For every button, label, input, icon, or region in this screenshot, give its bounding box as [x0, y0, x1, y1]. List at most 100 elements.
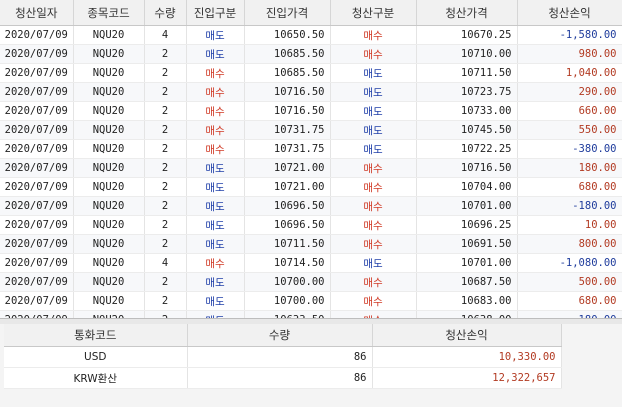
qty-cell: 2	[144, 291, 187, 311]
qty-cell: 2	[144, 272, 187, 292]
exit-side-cell: 매수	[330, 272, 417, 292]
trades-header-row: 청산일자 종목코드 수량 진입구분 진입가격 청산구분 청산가격 청산손익	[0, 0, 622, 26]
exit-price-cell: 10710.00	[416, 44, 518, 64]
qty-cell: 2	[144, 82, 187, 102]
pnl-cell: 980.00	[517, 44, 622, 64]
col-symbol[interactable]: 종목코드	[73, 0, 145, 26]
qty-cell: 2	[144, 101, 187, 121]
entry-price-cell: 10711.50	[244, 234, 331, 254]
symbol-cell: NQU20	[73, 253, 145, 273]
entry-price-cell: 10721.00	[244, 177, 331, 197]
table-row[interactable]: 2020/07/09 NQU20 2 매수 10716.50 매도 10723.75 290.…	[0, 82, 622, 102]
close-date-cell: 2020/07/09	[0, 215, 74, 235]
table-row[interactable]: 2020/07/09 NQU20 2 매도 10700.00 매수 10683.00 680.…	[0, 291, 622, 311]
pnl-cell: 550.00	[517, 120, 622, 140]
table-row[interactable]: 2020/07/09 NQU20 2 매도 10696.50 매수 10701.00 -180…	[0, 196, 622, 216]
summary-row-krw[interactable]: KRW환산 86 12,322,657	[4, 367, 562, 389]
col-exit-price[interactable]: 청산가격	[416, 0, 518, 26]
col-close-date[interactable]: 청산일자	[0, 0, 74, 26]
pnl-cell: 680.00	[517, 177, 622, 197]
symbol-cell: NQU20	[73, 291, 145, 311]
entry-side-cell: 매도	[186, 272, 245, 292]
table-row[interactable]: 2020/07/09NQU202매도10633.50매수10638.00-180…	[0, 310, 622, 318]
col-entry-price[interactable]: 진입가격	[244, 0, 331, 26]
pnl-cell: -1,580.00	[517, 25, 622, 45]
summary-currency: KRW환산	[4, 367, 188, 389]
summary-row-usd[interactable]: USD 86 10,330.00	[4, 346, 562, 368]
pnl-cell: 680.00	[517, 291, 622, 311]
entry-side-cell: 매수	[186, 63, 245, 83]
entry-side-cell: 매도	[186, 234, 245, 254]
table-row[interactable]: 2020/07/09 NQU20 2 매수 10685.50 매도 10711.50 1,04…	[0, 63, 622, 83]
summary-pnl: 10,330.00	[372, 346, 562, 368]
entry-price-cell: 10650.50	[244, 25, 331, 45]
col-pnl[interactable]: 청산손익	[517, 0, 622, 26]
exit-side-cell: 매수	[330, 291, 417, 311]
symbol-cell: NQU20	[73, 158, 145, 178]
entry-price-cell: 10716.50	[244, 101, 331, 121]
close-date-cell: 2020/07/09	[0, 82, 74, 102]
symbol-cell: NQU20	[73, 196, 145, 216]
exit-side-cell: 매수	[330, 196, 417, 216]
exit-price-cell: 10638.00	[416, 310, 518, 318]
summary-col-pnl[interactable]: 청산손익	[372, 324, 562, 347]
entry-price-cell: 10685.50	[244, 44, 331, 64]
trades-table: 청산일자 종목코드 수량 진입구분 진입가격 청산구분 청산가격 청산손익 2020/07/0…	[0, 0, 622, 318]
entry-side-cell: 매도	[186, 158, 245, 178]
entry-side-cell: 매도	[186, 215, 245, 235]
exit-price-cell: 10733.00	[416, 101, 518, 121]
qty-cell: 2	[144, 215, 187, 235]
close-date-cell: 2020/07/09	[0, 177, 74, 197]
qty-cell: 2	[144, 63, 187, 83]
pnl-cell: 1,040.00	[517, 63, 622, 83]
symbol-cell: NQU20	[73, 101, 145, 121]
table-row[interactable]: 2020/07/09 NQU20 2 매도 10721.00 매수 10704.00 680.…	[0, 177, 622, 197]
symbol-cell: NQU20	[73, 82, 145, 102]
entry-price-cell: 10633.50	[244, 310, 331, 318]
table-row[interactable]: 2020/07/09 NQU20 4 매도 10650.50 매수 10670.25 -1,5…	[0, 25, 622, 45]
pnl-cell: 10.00	[517, 215, 622, 235]
symbol-cell: NQU20	[73, 120, 145, 140]
exit-price-cell: 10670.25	[416, 25, 518, 45]
entry-side-cell: 매도	[186, 44, 245, 64]
summary-col-currency[interactable]: 통화코드	[4, 324, 188, 347]
table-row[interactable]: 2020/07/09 NQU20 2 매도 10685.50 매수 10710.00 980.…	[0, 44, 622, 64]
close-date-cell: 2020/07/09	[0, 253, 74, 273]
exit-side-cell: 매도	[330, 139, 417, 159]
table-row[interactable]: 2020/07/09 NQU20 2 매수 10731.75 매도 10722.25 -380…	[0, 139, 622, 159]
summary-pnl: 12,322,657	[372, 367, 562, 389]
summary-qty: 86	[187, 346, 373, 368]
exit-side-cell: 매수	[330, 158, 417, 178]
col-exit-side[interactable]: 청산구분	[330, 0, 417, 26]
exit-price-cell: 10704.00	[416, 177, 518, 197]
exit-price-cell: 10723.75	[416, 82, 518, 102]
table-row[interactable]: 2020/07/09 NQU20 2 매도 10696.50 매수 10696.25 10.0…	[0, 215, 622, 235]
col-qty[interactable]: 수량	[144, 0, 187, 26]
qty-cell: 2	[144, 44, 187, 64]
exit-side-cell: 매도	[330, 120, 417, 140]
table-row[interactable]: 2020/07/09 NQU20 2 매도 10700.00 매수 10687.50 500.…	[0, 272, 622, 292]
table-row[interactable]: 2020/07/09 NQU20 4 매수 10714.50 매도 10701.00 -1,0…	[0, 253, 622, 273]
entry-price-cell: 10696.50	[244, 215, 331, 235]
entry-price-cell: 10716.50	[244, 82, 331, 102]
qty-cell: 4	[144, 253, 187, 273]
exit-side-cell: 매도	[330, 253, 417, 273]
entry-side-cell: 매도	[186, 177, 245, 197]
qty-cell: 2	[144, 196, 187, 216]
exit-price-cell: 10691.50	[416, 234, 518, 254]
col-entry-side[interactable]: 진입구분	[186, 0, 245, 26]
close-date-cell: 2020/07/09	[0, 158, 74, 178]
close-date-cell: 2020/07/09	[0, 139, 74, 159]
table-row[interactable]: 2020/07/09 NQU20 2 매수 10731.75 매도 10745.50 550.…	[0, 120, 622, 140]
summary-col-qty[interactable]: 수량	[187, 324, 373, 347]
symbol-cell: NQU20	[73, 63, 145, 83]
entry-price-cell: 10731.75	[244, 120, 331, 140]
symbol-cell: NQU20	[73, 44, 145, 64]
pnl-cell: -1,080.00	[517, 253, 622, 273]
entry-price-cell: 10700.00	[244, 272, 331, 292]
exit-price-cell: 10701.00	[416, 253, 518, 273]
table-row[interactable]: 2020/07/09 NQU20 2 매수 10716.50 매도 10733.00 660.…	[0, 101, 622, 121]
table-row[interactable]: 2020/07/09 NQU20 2 매도 10721.00 매수 10716.50 180.…	[0, 158, 622, 178]
table-row[interactable]: 2020/07/09 NQU20 2 매도 10711.50 매수 10691.50 800.…	[0, 234, 622, 254]
entry-side-cell: 매도	[186, 291, 245, 311]
